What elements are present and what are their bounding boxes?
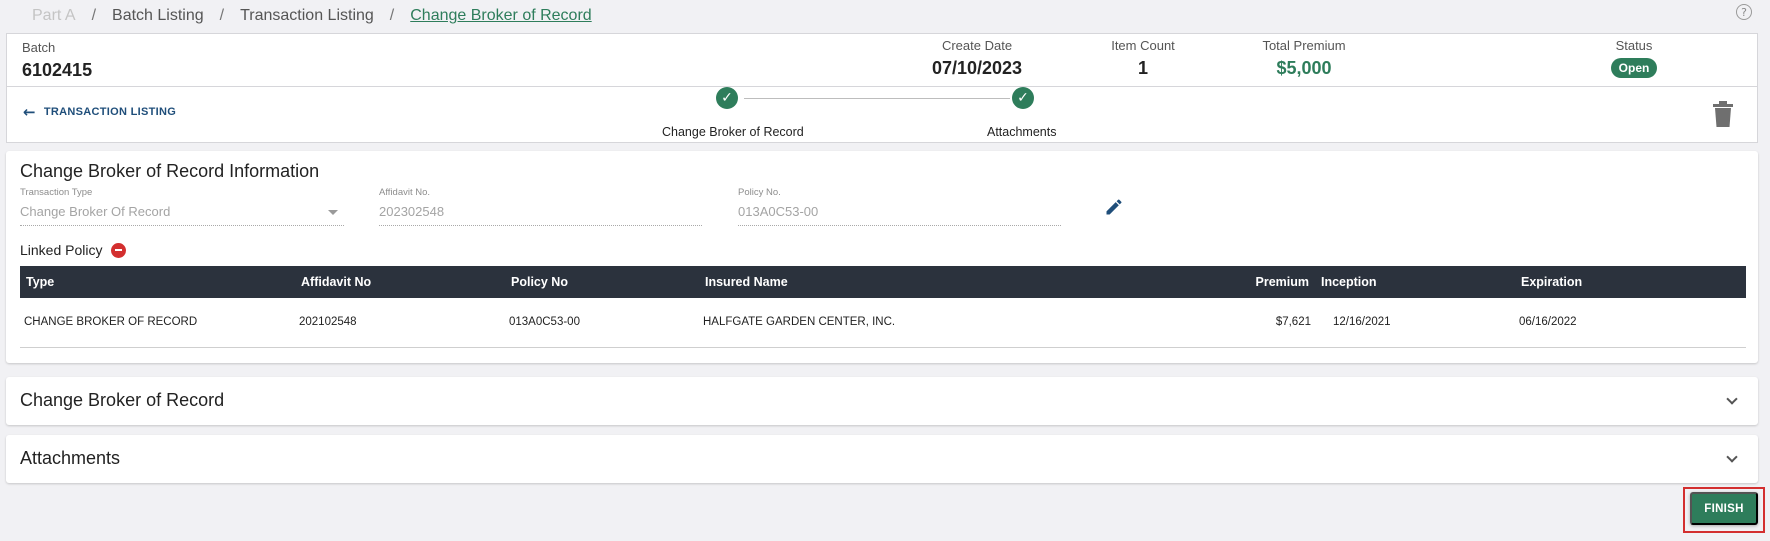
transaction-type-field[interactable]: Transaction Type Change Broker Of Record: [20, 187, 344, 226]
step-label-attachments[interactable]: Attachments: [987, 125, 1056, 139]
change-broker-info-card: Change Broker of Record Information Tran…: [6, 151, 1758, 363]
total-premium-column: Total Premium $5,000: [1239, 34, 1369, 87]
arrow-left-icon: ←: [23, 103, 36, 121]
column-header-type[interactable]: Type: [20, 266, 295, 298]
total-premium-value: $5,000: [1276, 58, 1332, 78]
table-row[interactable]: CHANGE BROKER OF RECORD 202102548 013A0C…: [20, 298, 1746, 348]
batch-summary: Batch 6102415 Create Date 07/10/2023 Ite…: [7, 34, 1757, 87]
column-header-affidavit[interactable]: Affidavit No: [295, 266, 505, 298]
total-premium-label: Total Premium: [1262, 38, 1346, 53]
transaction-type-value: Change Broker Of Record: [20, 204, 171, 219]
status-label: Status: [1615, 38, 1653, 53]
affidavit-input[interactable]: 202302548: [379, 204, 702, 226]
batch-label: Batch: [22, 40, 56, 55]
accordion-attachments[interactable]: Attachments: [6, 435, 1758, 483]
stepper-connector: [744, 98, 1010, 99]
trash-icon[interactable]: [1713, 101, 1733, 127]
finish-button[interactable]: FINISH: [1690, 492, 1758, 525]
policy-input[interactable]: 013A0C53-00: [738, 204, 1061, 226]
breadcrumb-separator: /: [91, 7, 97, 24]
cell-expiration: 06/16/2022: [1515, 298, 1746, 348]
step-complete-check-icon[interactable]: ✓: [1012, 87, 1034, 109]
transaction-type-select[interactable]: Change Broker Of Record: [20, 204, 344, 226]
step-complete-check-icon[interactable]: ✓: [716, 87, 738, 109]
breadcrumb-separator: /: [389, 7, 395, 24]
affidavit-label: Affidavit No.: [379, 187, 431, 198]
breadcrumb-part-a[interactable]: Part A: [32, 7, 76, 25]
breadcrumb-batch-listing[interactable]: Batch Listing: [112, 7, 204, 25]
column-header-insured[interactable]: Insured Name: [699, 266, 1099, 298]
policy-field[interactable]: Policy No. 013A0C53-00: [738, 187, 1061, 226]
linked-policy-label: Linked Policy: [20, 242, 103, 258]
cell-inception: 12/16/2021: [1315, 298, 1515, 348]
item-count-value: 1: [1137, 58, 1148, 78]
batch-number: 6102415: [22, 60, 93, 80]
step-label-change-broker[interactable]: Change Broker of Record: [662, 125, 804, 139]
breadcrumb-change-broker[interactable]: Change Broker of Record: [410, 7, 591, 25]
column-header-premium[interactable]: Premium: [1099, 266, 1315, 298]
table-header-row: Type Affidavit No Policy No Insured Name…: [20, 266, 1746, 298]
accordion-title: Attachments: [20, 448, 121, 468]
cell-premium: $7,621: [1099, 298, 1315, 348]
linked-policy-table: Type Affidavit No Policy No Insured Name…: [20, 266, 1746, 348]
accordion-change-broker[interactable]: Change Broker of Record: [6, 377, 1758, 425]
help-icon[interactable]: ?: [1736, 4, 1752, 20]
column-header-expiration[interactable]: Expiration: [1515, 266, 1746, 298]
cell-affidavit: 202102548: [295, 298, 505, 348]
affidavit-field[interactable]: Affidavit No. 202302548: [379, 187, 702, 226]
cell-policy: 013A0C53-00: [505, 298, 699, 348]
linked-policy-heading: Linked Policy: [20, 242, 126, 258]
column-header-inception[interactable]: Inception: [1315, 266, 1515, 298]
create-date-label: Create Date: [941, 38, 1013, 53]
batch-header: Batch 6102415 Create Date 07/10/2023 Ite…: [6, 33, 1758, 143]
back-to-transaction-listing[interactable]: ← TRANSACTION LISTING: [23, 103, 176, 121]
breadcrumb: Part A / Batch Listing / Transaction Lis…: [32, 5, 592, 27]
chevron-down-icon[interactable]: [1726, 393, 1738, 405]
cell-type: CHANGE BROKER OF RECORD: [20, 298, 295, 348]
pencil-icon[interactable]: [1104, 197, 1124, 217]
status-column: Status Open: [1594, 34, 1674, 87]
info-card-title: Change Broker of Record Information: [20, 161, 320, 181]
remove-circle-icon[interactable]: [110, 242, 126, 258]
breadcrumb-transaction-listing[interactable]: Transaction Listing: [240, 7, 374, 25]
transaction-type-label: Transaction Type: [20, 187, 93, 198]
item-count-column: Item Count 1: [1088, 34, 1198, 87]
column-header-policy[interactable]: Policy No: [505, 266, 699, 298]
create-date-value: 07/10/2023: [931, 58, 1023, 78]
dropdown-arrow-icon: [328, 210, 338, 215]
item-count-label: Item Count: [1111, 38, 1175, 53]
back-link-label: TRANSACTION LISTING: [43, 106, 177, 118]
cell-insured: HALFGATE GARDEN CENTER, INC.: [699, 298, 1099, 348]
breadcrumb-separator: /: [219, 7, 225, 24]
accordion-title: Change Broker of Record: [20, 390, 225, 410]
chevron-down-icon[interactable]: [1726, 451, 1738, 463]
create-date-column: Create Date 07/10/2023: [912, 34, 1042, 87]
policy-label: Policy No.: [738, 187, 781, 198]
status-badge: Open: [1610, 58, 1658, 78]
step-navigation: ← TRANSACTION LISTING: [7, 87, 1757, 143]
